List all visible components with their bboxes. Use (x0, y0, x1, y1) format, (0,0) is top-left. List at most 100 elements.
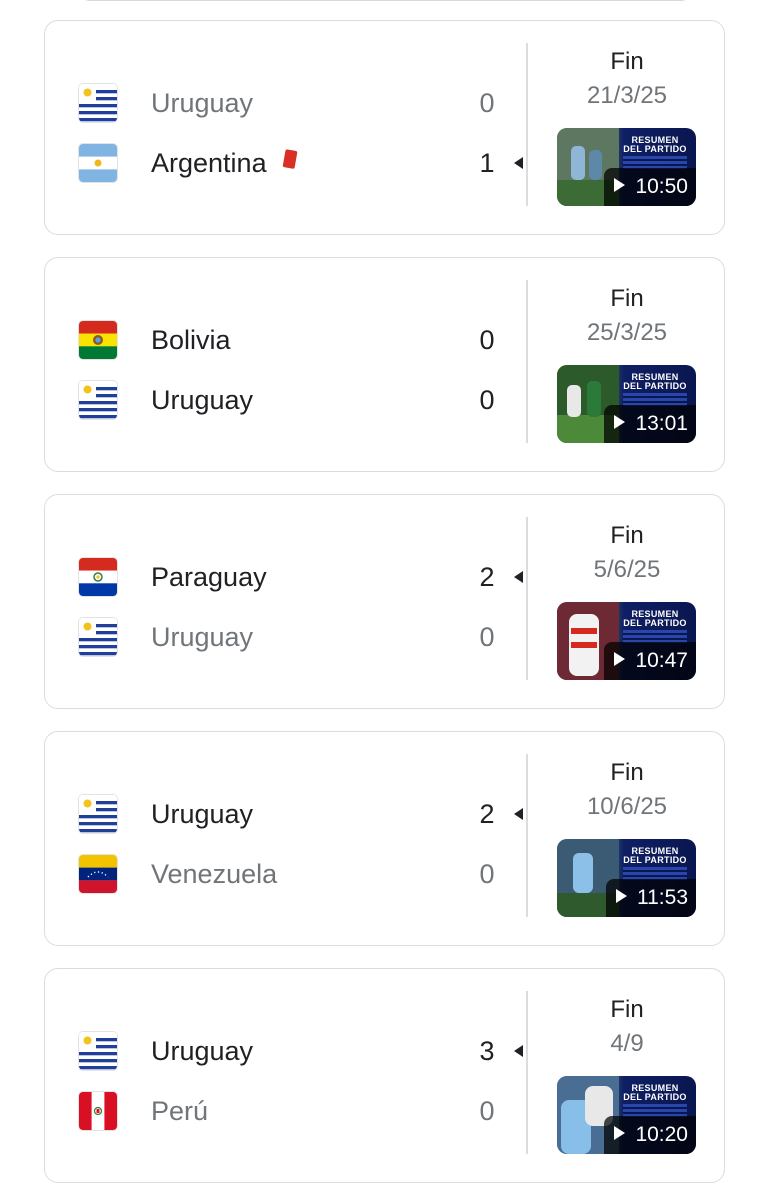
team-row-home: Uruguay 3 (45, 1029, 525, 1073)
team-row-home: Uruguay 2 (45, 792, 525, 836)
match-card[interactable]: Uruguay 0 Argentina 1 Fin 21/3/25 RESUMEN DEL … (44, 20, 725, 235)
team-score: 0 (479, 622, 495, 652)
match-date: 10/6/25 (586, 793, 668, 820)
video-duration-badge: 11:53 (606, 879, 696, 917)
video-duration-badge: 13:01 (604, 405, 696, 443)
match-card[interactable]: Bolivia 0 Uruguay 0 Fin 25/3/25 RESUMEN DEL PA… (44, 257, 725, 472)
thumbnail-banner-line: DEL PARTIDO (623, 618, 687, 628)
match-card[interactable]: Uruguay 2 Venezuela 0 Fin 10/6/25 RESUMEN DEL … (44, 731, 725, 946)
play-icon (616, 889, 627, 904)
team-name: Bolivia (151, 322, 231, 358)
match-status: Fin (610, 522, 644, 549)
match-status: Fin (610, 48, 644, 75)
thumbnail-banner: RESUMEN DEL PARTIDO (621, 1084, 689, 1102)
previous-card-edge (78, 0, 693, 1)
team-name-text: Uruguay (151, 1036, 254, 1066)
team-row-away: Argentina 1 (45, 141, 525, 185)
winner-arrow-icon (514, 1045, 523, 1057)
video-duration: 13:01 (635, 412, 688, 435)
team-name: Venezuela (151, 856, 277, 892)
team-score: 2 (479, 799, 495, 829)
vertical-divider (526, 43, 528, 206)
winner-arrow-icon (514, 571, 523, 583)
venezuela-flag-icon (79, 855, 117, 893)
video-duration: 10:50 (635, 175, 688, 198)
team-row-away: Venezuela 0 (45, 852, 525, 896)
highlight-video-thumbnail[interactable]: RESUMEN DEL PARTIDO 10:47 (557, 602, 696, 680)
bolivia-flag-icon (79, 321, 117, 359)
uruguay-flag-icon (79, 84, 117, 122)
highlight-video-thumbnail[interactable]: RESUMEN DEL PARTIDO 10:50 (557, 128, 696, 206)
team-score: 0 (479, 1096, 495, 1126)
team-row-away: Uruguay 0 (45, 378, 525, 422)
match-date: 25/3/25 (586, 319, 668, 346)
thumbnail-banner-line: DEL PARTIDO (623, 855, 687, 865)
play-icon (614, 652, 626, 667)
team-name-text: Venezuela (151, 859, 278, 889)
team-name-text: Paraguay (151, 562, 267, 592)
match-status: Fin (610, 285, 644, 312)
highlight-video-thumbnail[interactable]: RESUMEN DEL PARTIDO 10:20 (557, 1076, 696, 1154)
vertical-divider (526, 517, 528, 680)
team-name-text: Uruguay (151, 799, 254, 829)
team-score: 0 (479, 325, 495, 355)
team-score: 2 (479, 562, 495, 592)
team-score: 1 (479, 148, 495, 178)
vertical-divider (526, 280, 528, 443)
team-name: Uruguay (151, 796, 253, 832)
highlight-video-thumbnail[interactable]: RESUMEN DEL PARTIDO 11:53 (557, 839, 696, 917)
team-name-text: Uruguay (151, 622, 254, 652)
highlight-video-thumbnail[interactable]: RESUMEN DEL PARTIDO 13:01 (557, 365, 696, 443)
vertical-divider (526, 991, 528, 1154)
video-duration: 10:47 (635, 649, 688, 672)
match-status: Fin (610, 759, 644, 786)
team-score: 0 (479, 88, 495, 118)
red-card-icon (282, 149, 298, 169)
play-icon (614, 178, 626, 193)
team-name-text: Argentina (151, 148, 267, 178)
team-name-text: Uruguay (151, 88, 254, 118)
winner-arrow-icon (514, 808, 523, 820)
match-date: 21/3/25 (586, 82, 668, 109)
team-name: Paraguay (151, 559, 267, 595)
match-status: Fin (610, 996, 644, 1023)
match-card[interactable]: Paraguay 2 Uruguay 0 Fin 5/6/25 RESUMEN DEL PA… (44, 494, 725, 709)
match-date: 5/6/25 (593, 556, 661, 583)
team-name: Uruguay (151, 382, 253, 418)
team-row-home: Bolivia 0 (45, 318, 525, 362)
team-row-away: Uruguay 0 (45, 615, 525, 659)
match-card[interactable]: Uruguay 3 Perú 0 Fin 4/9 RESUMEN DEL PARTIDO 10… (44, 968, 725, 1183)
winner-arrow-icon (514, 157, 523, 169)
thumbnail-banner: RESUMEN DEL PARTIDO (621, 847, 689, 865)
team-score: 3 (479, 1036, 495, 1066)
thumbnail-banner-line: DEL PARTIDO (623, 144, 687, 154)
video-duration-badge: 10:47 (604, 642, 696, 680)
play-icon (614, 415, 626, 430)
team-name: Perú (151, 1093, 208, 1129)
argentina-flag-icon (79, 144, 117, 182)
match-date: 4/9 (610, 1030, 644, 1057)
uruguay-flag-icon (79, 795, 117, 833)
uruguay-flag-icon (79, 618, 117, 656)
team-name-text: Bolivia (151, 325, 231, 355)
thumbnail-banner-line: DEL PARTIDO (623, 381, 687, 391)
thumbnail-banner: RESUMEN DEL PARTIDO (621, 136, 689, 154)
team-name-text: Perú (151, 1096, 209, 1126)
team-name-text: Uruguay (151, 385, 254, 415)
thumbnail-banner: RESUMEN DEL PARTIDO (621, 373, 689, 391)
paraguay-flag-icon (79, 558, 117, 596)
team-row-home: Uruguay 0 (45, 81, 525, 125)
vertical-divider (526, 754, 528, 917)
team-row-home: Paraguay 2 (45, 555, 525, 599)
team-row-away: Perú 0 (45, 1089, 525, 1133)
team-score: 0 (479, 385, 495, 415)
team-name: Uruguay (151, 85, 253, 121)
video-duration: 11:53 (637, 886, 688, 909)
peru-flag-icon (79, 1092, 117, 1130)
team-name: Uruguay (151, 619, 253, 655)
uruguay-flag-icon (79, 1032, 117, 1070)
video-duration: 10:20 (635, 1123, 688, 1146)
video-duration-badge: 10:20 (604, 1116, 696, 1154)
team-name: Argentina (151, 145, 298, 181)
play-icon (614, 1126, 626, 1141)
